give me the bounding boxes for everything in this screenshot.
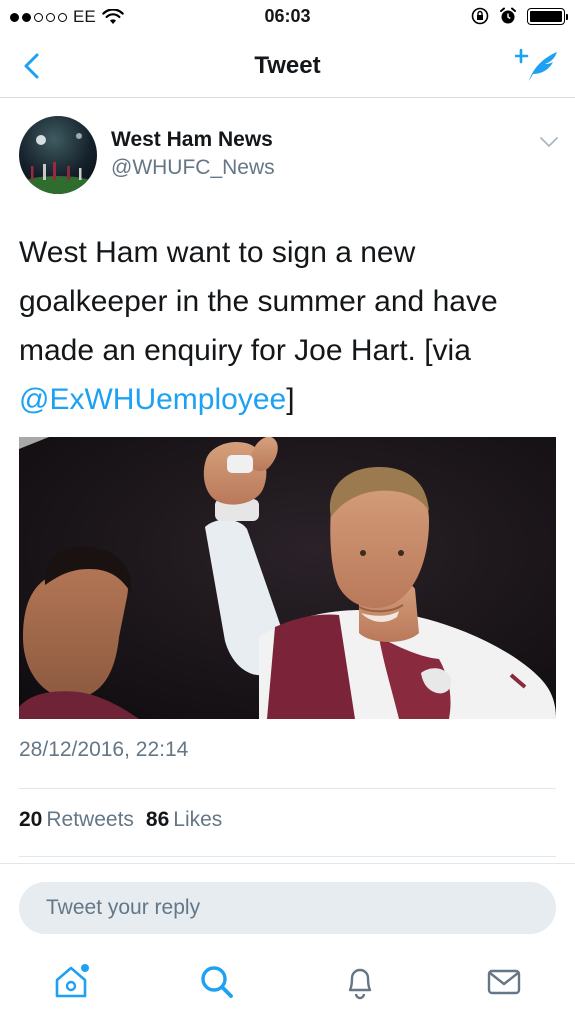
retweets-label: Retweets [46, 808, 134, 831]
tweet-media-photo[interactable] [19, 437, 556, 719]
retweets-stat[interactable]: 20 Retweets [19, 808, 134, 832]
battery-icon [527, 7, 568, 25]
retweets-count: 20 [19, 808, 43, 831]
divider [19, 788, 556, 789]
tab-bar [0, 946, 575, 1024]
likes-label: Likes [173, 808, 223, 831]
mention-link[interactable]: @ExWHUemployee [19, 383, 286, 416]
likes-count: 86 [145, 808, 170, 831]
tweet-stats: 20 Retweets 86 Likes [19, 808, 222, 832]
status-bar: EE 06:03 [0, 0, 575, 34]
status-bar-right [471, 7, 568, 25]
tweet-timestamp: 28/12/2016, 22:14 [19, 738, 189, 761]
page-title: Tweet [254, 52, 321, 79]
divider [19, 856, 556, 857]
compose-tweet-icon[interactable] [515, 46, 561, 86]
divider [0, 863, 575, 864]
author-name[interactable]: West Ham News [111, 128, 273, 152]
search-icon[interactable] [197, 962, 237, 1002]
alarm-icon [500, 7, 516, 24]
home-icon[interactable] [51, 962, 91, 1002]
author-handle[interactable]: @WHUFC_News [111, 156, 275, 180]
reply-input[interactable]: Tweet your reply [19, 882, 556, 934]
likes-stat[interactable]: 86 Likes [146, 808, 222, 832]
tweet-text-suffix: ] [286, 383, 295, 416]
tweet-text: West Ham want to sign a new goalkeeper i… [19, 228, 559, 424]
orientation-lock-icon [471, 7, 489, 25]
tweet-photo-image [19, 437, 556, 719]
notification-dot [81, 964, 89, 972]
tweet-text-line: West Ham want to sign a new [19, 236, 416, 269]
reply-placeholder: Tweet your reply [46, 896, 201, 919]
notifications-icon[interactable] [340, 962, 380, 1002]
tweet-text-line: goalkeeper in the summer and have [19, 285, 498, 318]
avatar-image [19, 133, 97, 194]
navigation-bar: Tweet [0, 34, 575, 98]
messages-icon[interactable] [484, 962, 524, 1002]
tweet-text-line: @ExWHUemployee] [19, 375, 559, 424]
avatar[interactable] [19, 116, 97, 194]
chevron-down-icon[interactable] [539, 135, 559, 149]
tweet-text-line: made an enquiry for Joe Hart. [via [19, 334, 471, 367]
